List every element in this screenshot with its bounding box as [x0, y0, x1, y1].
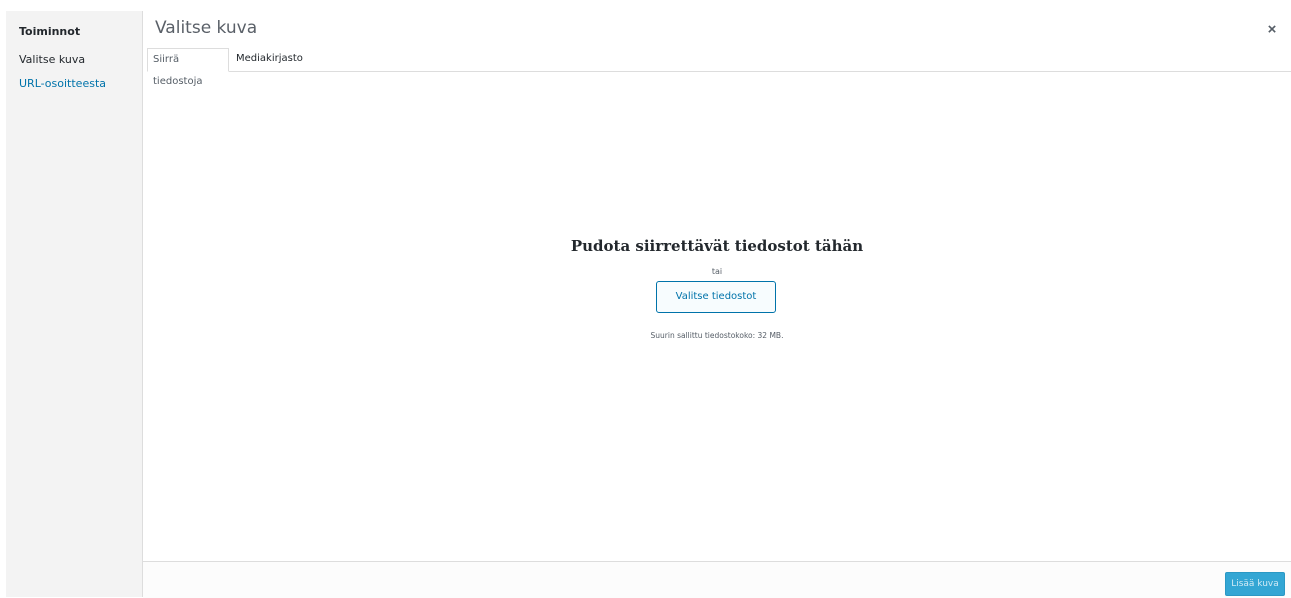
drop-instructions: Pudota siirrettävät tiedostot tähän — [570, 237, 864, 255]
media-modal: Toiminnot Valitse kuva URL-osoitteesta V… — [6, 11, 1291, 598]
max-upload-size: Suurin sallittu tiedostokoko: 32 MB. — [650, 331, 784, 340]
or-text: tai — [711, 267, 723, 276]
menu-heading: Toiminnot — [19, 25, 81, 38]
media-frame-content: Valitse kuva × Siirrä tiedostoja Mediaki… — [143, 11, 1291, 598]
insert-image-button[interactable]: Lisää kuva — [1225, 572, 1285, 596]
menu-item-select-image[interactable]: Valitse kuva — [19, 53, 85, 66]
menu-item-from-url[interactable]: URL-osoitteesta — [19, 77, 106, 90]
router-tabs: Siirrä tiedostoja Mediakirjasto — [147, 48, 1291, 87]
close-icon[interactable]: × — [1265, 22, 1279, 37]
modal-title: Valitse kuva — [155, 18, 258, 38]
select-files-button[interactable]: Valitse tiedostot — [656, 281, 776, 313]
media-toolbar: Lisää kuva — [143, 561, 1291, 598]
media-menu: Toiminnot Valitse kuva URL-osoitteesta — [6, 11, 143, 597]
tab-upload-files[interactable]: Siirrä tiedostoja — [147, 48, 229, 87]
tab-media-library[interactable]: Mediakirjasto — [231, 48, 308, 70]
